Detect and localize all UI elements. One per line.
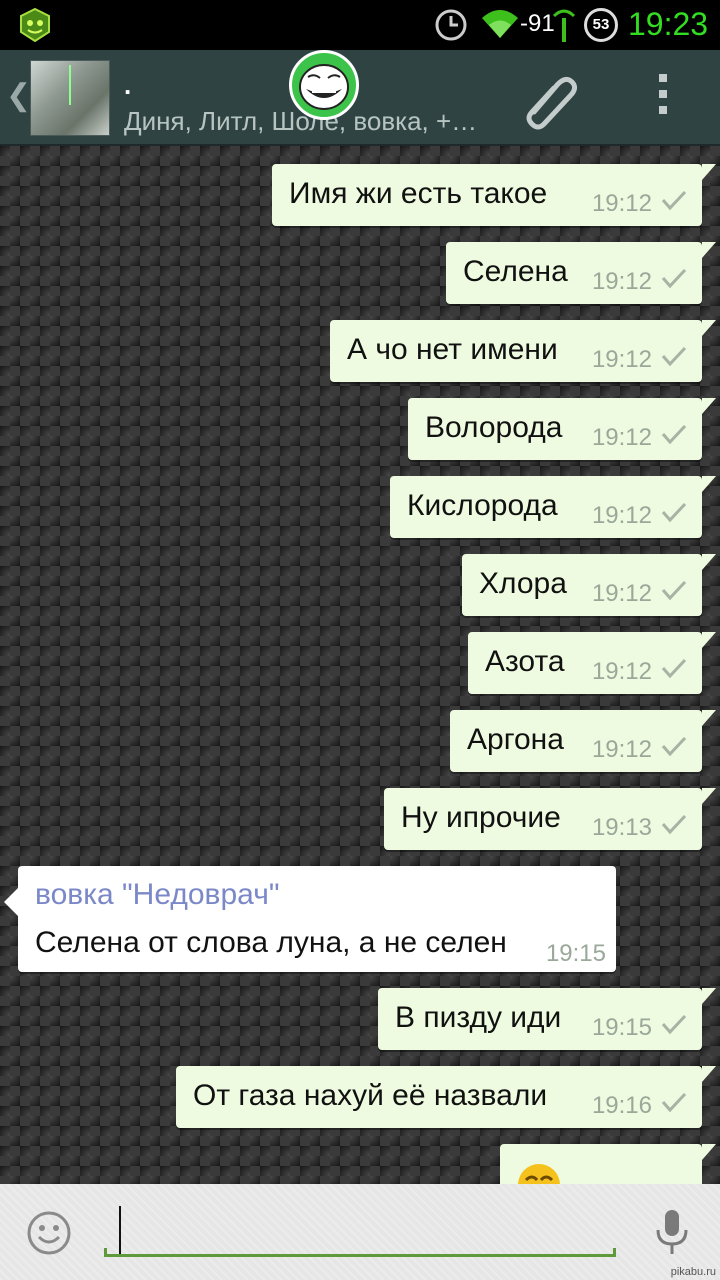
trollface-sticker-icon [289,50,359,120]
overflow-menu-icon[interactable] [656,74,670,124]
message-text: А чо нет имени [347,333,558,366]
emoji-icon[interactable] [26,1210,72,1256]
delivered-check-icon [660,656,688,680]
delivered-check-icon [660,500,688,524]
attach-paperclip-icon[interactable] [522,72,580,130]
outgoing-message[interactable]: А чо нет имени 19:12 [330,320,716,382]
message-time: 19:12 [591,268,652,295]
incoming-message[interactable]: вовка "Недоврач" Селена от слова луна, а … [4,866,616,972]
outgoing-message[interactable]: Кислорода 19:12 [390,476,716,538]
message-text: Кислорода [407,489,558,522]
microphone-icon[interactable] [652,1208,692,1258]
cell-signal-icon [552,9,576,42]
message-time: 19:16 [591,1092,652,1119]
outgoing-message[interactable]: Ну ипрочие 19:13 [384,788,716,850]
smiley-emoji-icon [518,1164,560,1184]
message-list[interactable]: Имя жи есть такое 19:12 Селена 19:12 А чо не… [0,146,720,1184]
group-avatar[interactable] [30,60,110,136]
delivered-check-icon [660,734,688,758]
signal-strength: -91 [520,10,555,37]
message-text: Аргона [467,723,564,756]
message-sender[interactable]: вовка "Недоврач" [35,878,279,912]
delivered-check-icon [660,578,688,602]
outgoing-message-partial[interactable] [500,1144,716,1184]
message-text: В пизду иди [395,1001,562,1034]
message-time: 19:12 [591,190,652,217]
delivered-check-icon [660,1012,688,1036]
outgoing-message[interactable]: От газа нахуй её назвали 19:16 [176,1066,716,1128]
message-time: 19:12 [591,346,652,373]
outgoing-message[interactable]: Имя жи есть такое 19:12 [272,164,716,226]
message-time: 19:12 [591,424,652,451]
chat-header: ❮ . Диня, Литл, Шоле, вовка, +… [0,50,720,146]
message-text: Имя жи есть такое [289,177,548,210]
outgoing-message[interactable]: В пизду иди 19:15 [378,988,716,1050]
message-time: 19:15 [545,940,606,967]
delivered-check-icon [660,188,688,212]
security-app-icon [20,8,50,42]
input-underline [104,1248,616,1257]
message-text: Ну ипрочие [401,801,561,834]
message-time: 19:15 [591,1014,652,1041]
back-chevron-icon[interactable]: ❮ [6,78,31,113]
message-text: От газа нахуй её назвали [193,1079,548,1112]
message-text: Хлора [479,567,567,600]
compose-bar: pikabu.ru [0,1184,720,1280]
delivered-check-icon [660,422,688,446]
message-input[interactable] [104,1190,616,1248]
message-text: Селена [463,255,568,288]
delivered-check-icon [660,344,688,368]
outgoing-message[interactable]: Волорода 19:12 [408,398,716,460]
alarm-clock-icon [435,9,467,41]
message-text: Волорода [425,411,563,444]
message-time: 19:12 [591,658,652,685]
message-time: 19:12 [591,580,652,607]
wifi-icon [482,10,518,38]
delivered-check-icon [660,266,688,290]
outgoing-message[interactable]: Селена 19:12 [446,242,716,304]
outgoing-message[interactable]: Аргона 19:12 [450,710,716,772]
text-cursor [119,1206,121,1254]
watermark: pikabu.ru [670,1266,716,1278]
delivered-check-icon [660,812,688,836]
delivered-check-icon [660,1090,688,1114]
battery-indicator: 53 [584,8,618,42]
message-text: Селена от слова луна, а не селен [35,926,507,959]
outgoing-message[interactable]: Хлора 19:12 [462,554,716,616]
message-text: Азота [485,645,565,678]
message-time: 19:13 [591,814,652,841]
message-time: 19:12 [591,502,652,529]
status-time: 19:23 [628,6,709,42]
outgoing-message[interactable]: Азота 19:12 [468,632,716,694]
message-time: 19:12 [591,736,652,763]
status-bar: -91 53 19:23 [0,0,720,50]
chat-title[interactable]: . [124,70,131,101]
